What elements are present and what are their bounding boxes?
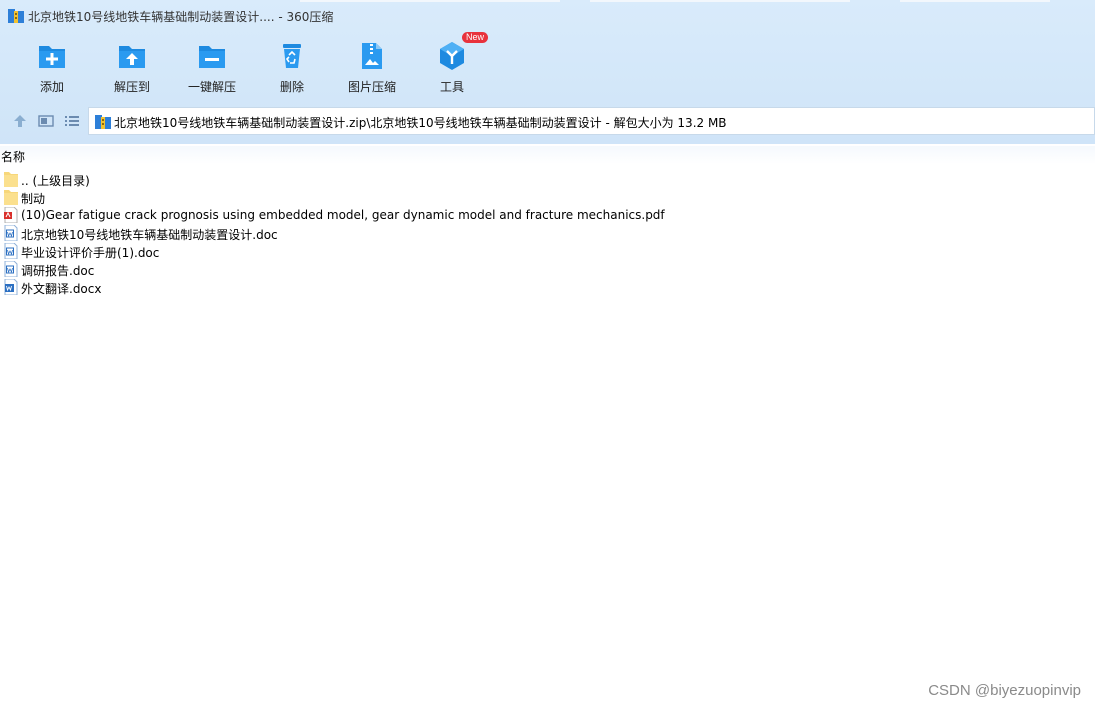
one-click-extract-label: 一键解压 [187,80,236,94]
file-name: 调研报告.doc [21,264,95,278]
add-button[interactable]: 添加 [22,36,82,98]
file-name: 北京地铁10号线地铁车辆基础制动装置设计.doc [21,228,278,242]
one-click-extract-icon [199,46,225,68]
list-item[interactable]: 调研报告.doc [0,260,1095,278]
delete-button[interactable]: 删除 [262,36,322,98]
tools-icon [440,42,464,70]
top-chrome: 北京地铁10号线地铁车辆基础制动装置设计.... - 360压缩 添加 解压到 [0,0,1095,144]
list-item[interactable]: .. (上级目录) [0,170,1095,188]
list-item[interactable]: 外文翻译.docx [0,278,1095,296]
column-header: 名称 [0,146,1095,164]
file-name: (10)Gear fatigue crack prognosis using e… [21,208,665,222]
pdf-file-icon [4,207,18,223]
list-item[interactable]: 制动 [0,188,1095,206]
path-bar[interactable]: 北京地铁10号线地铁车辆基础制动装置设计.zip\北京地铁10号线地铁车辆基础制… [88,107,1095,135]
tools-label: 工具 [439,80,464,94]
doc-file-icon [4,225,18,241]
new-badge: New [462,32,489,43]
archive-icon [95,115,111,129]
file-name: 制动 [21,192,46,206]
column-name-header[interactable]: 名称 [1,148,25,165]
add-label: 添加 [39,80,64,94]
doc-file-icon [4,261,18,277]
image-compress-label: 图片压缩 [347,80,396,94]
file-name: 毕业设计评价手册(1).doc [21,246,160,260]
list-view-icon[interactable] [63,112,81,130]
list-item[interactable]: 北京地铁10号线地铁车辆基础制动装置设计.doc [0,224,1095,242]
file-list: .. (上级目录) 制动 (10)Gear fatigue crack prog… [0,170,1095,296]
delete-label: 删除 [279,80,304,94]
file-name: .. (上级目录) [21,174,90,188]
extract-to-icon [119,46,145,68]
window-title: 北京地铁10号线地铁车辆基础制动装置设计.... - 360压缩 [28,10,334,24]
tools-button[interactable]: New 工具 [422,32,489,98]
title-bar[interactable]: 北京地铁10号线地铁车辆基础制动装置设计.... - 360压缩 [0,0,1095,34]
folder-icon [4,190,18,205]
doc-file-icon [4,243,18,259]
watermark: CSDN @biyezuopinvip [928,682,1081,699]
file-name: 外文翻译.docx [21,282,102,296]
up-arrow-icon[interactable] [11,112,29,130]
add-folder-icon [39,46,65,68]
thumbnail-view-icon[interactable] [37,112,55,130]
docx-file-icon [4,279,18,295]
folder-icon [4,172,18,187]
image-compress-button[interactable]: 图片压缩 [342,36,402,98]
extract-to-label: 解压到 [113,80,150,94]
image-compress-icon [362,43,382,69]
one-click-extract-button[interactable]: 一键解压 [182,36,242,98]
recycle-bin-icon [283,44,301,68]
toolbar: 添加 解压到 一键解压 删除 图片压缩 New 工具 [0,32,1095,98]
navigation-bar: 北京地铁10号线地铁车辆基础制动装置设计.zip\北京地铁10号线地铁车辆基础制… [0,105,1095,137]
extract-to-button[interactable]: 解压到 [102,36,162,98]
path-text: 北京地铁10号线地铁车辆基础制动装置设计.zip\北京地铁10号线地铁车辆基础制… [114,116,727,130]
archive-app-icon [8,9,24,23]
list-item[interactable]: (10)Gear fatigue crack prognosis using e… [0,206,1095,224]
list-item[interactable]: 毕业设计评价手册(1).doc [0,242,1095,260]
